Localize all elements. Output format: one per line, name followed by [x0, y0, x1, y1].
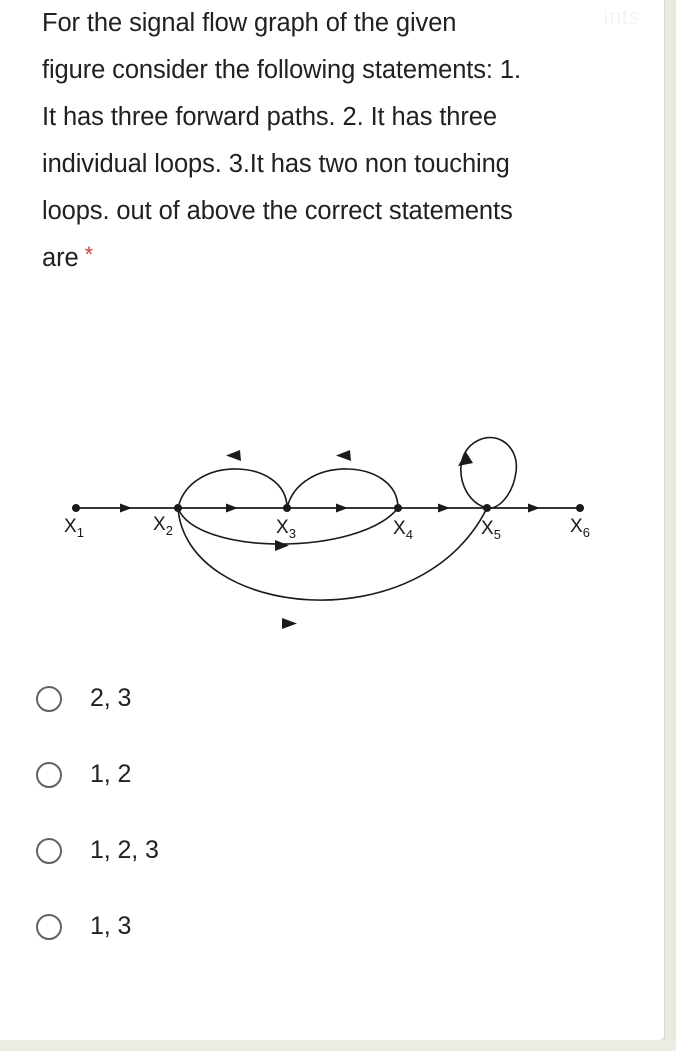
page-bottom-strip	[0, 1040, 676, 1051]
arrowhead-x3-x4	[336, 503, 348, 513]
node-label-x6: X6	[570, 516, 590, 540]
required-asterisk: *	[84, 242, 94, 267]
node-x2	[174, 504, 182, 512]
option-row-4[interactable]: 1, 3	[36, 902, 596, 951]
arrowhead-self-loop-x5	[458, 452, 473, 466]
edge-x5-to-x2-path	[177, 507, 488, 601]
option-label-1: 2, 3	[90, 684, 132, 712]
edge-x3-to-x2	[177, 450, 288, 509]
points-chip: ints	[603, 4, 640, 29]
edge-x5-to-x2	[177, 507, 488, 629]
edge-x3-to-x2-path	[177, 468, 288, 509]
arrowhead-x5-x6	[528, 503, 540, 513]
signal-flow-graph-svg: X1 X2 X3 X4 X5 X6	[64, 436, 590, 629]
node-label-x3: X3	[276, 517, 296, 541]
self-loop-x5-path	[460, 436, 518, 509]
node-label-x5: X5	[481, 518, 501, 542]
node-x3	[283, 504, 291, 512]
arrowhead-x2-x3	[226, 503, 238, 513]
signal-flow-graph-figure: X1 X2 X3 X4 X5 X6	[0, 428, 640, 658]
node-label-x2: X2	[153, 514, 173, 538]
option-label-2: 1, 2	[90, 760, 132, 788]
arrowhead-x4-to-x3	[336, 450, 351, 461]
arrowhead-x5-to-x2	[282, 618, 297, 629]
question-title: For the signal flow graph of the given f…	[42, 9, 528, 272]
form-page: ints For the signal flow graph of the gi…	[0, 0, 676, 1051]
question-card: ints For the signal flow graph of the gi…	[0, 0, 666, 1041]
node-x5	[483, 504, 491, 512]
radio-button-3[interactable]	[36, 837, 62, 864]
radio-button-1[interactable]	[36, 685, 62, 712]
node-x6	[576, 504, 584, 512]
option-label-4: 1, 3	[90, 912, 132, 940]
edge-x4-to-x3	[286, 450, 399, 509]
node-label-x1: X1	[64, 516, 84, 540]
node-x1	[72, 504, 80, 512]
arrowhead-x2-to-x4	[275, 540, 289, 551]
node-label-x4: X4	[393, 518, 413, 542]
self-loop-x5	[458, 436, 518, 509]
question-block: For the signal flow graph of the given f…	[42, 0, 522, 282]
option-label-3: 1, 2, 3	[90, 836, 159, 864]
radio-button-2[interactable]	[36, 761, 62, 788]
answer-options-list: 2, 3 1, 2 1, 2, 3 1, 3	[36, 674, 596, 978]
arrowhead-x3-to-x2	[226, 450, 241, 461]
sfg-node-labels: X1 X2 X3 X4 X5 X6	[64, 514, 590, 542]
option-row-3[interactable]: 1, 2, 3	[36, 826, 596, 875]
arrowhead-x4-x5	[438, 503, 450, 513]
radio-button-4[interactable]	[36, 913, 62, 940]
edge-x4-to-x3-path	[286, 468, 399, 509]
arrowhead-x1-x2	[120, 503, 132, 513]
option-row-1[interactable]: 2, 3	[36, 674, 596, 723]
option-row-2[interactable]: 1, 2	[36, 750, 596, 799]
node-x4	[394, 504, 402, 512]
page-right-gutter	[665, 0, 676, 1051]
